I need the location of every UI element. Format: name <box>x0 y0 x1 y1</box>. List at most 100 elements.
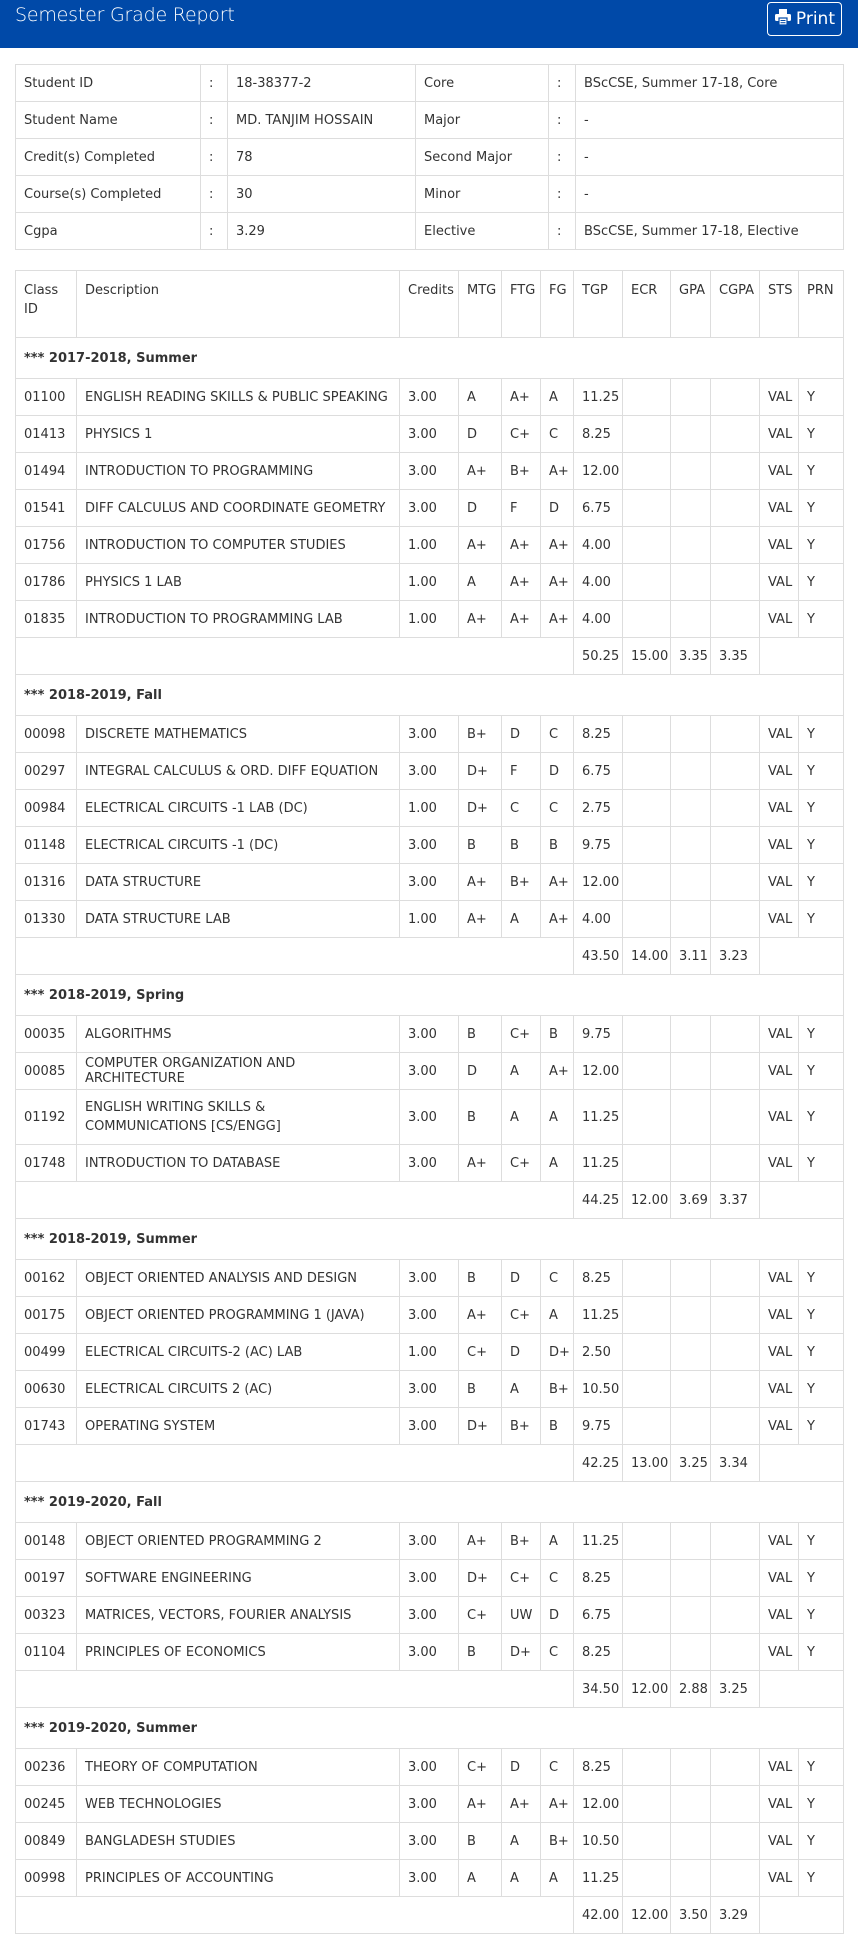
sts: VAL <box>759 1144 799 1182</box>
column-header: Description <box>76 270 400 338</box>
course-description: INTRODUCTION TO DATABASE <box>76 1144 400 1182</box>
term-summary-row: 34.50 12.00 2.88 3.25 <box>15 1670 844 1708</box>
print-button[interactable]: Print <box>766 2 842 36</box>
ftg: A <box>501 1089 541 1145</box>
fg: B+ <box>540 1370 574 1408</box>
grade-table-header: Class ID Description Credits MTG FTG FG TGP ECR… <box>15 270 844 338</box>
ecr <box>622 1259 671 1297</box>
column-header: TGP <box>573 270 623 338</box>
fg: C <box>540 1559 574 1597</box>
summary-gpa: 3.35 <box>670 637 711 675</box>
mtg: D+ <box>458 789 502 827</box>
sts: VAL <box>759 1522 799 1560</box>
info-value: MD. TANJIM HOSSAIN <box>227 101 416 139</box>
mtg: D <box>458 415 502 453</box>
fg: A+ <box>540 1052 574 1090</box>
class-id: 00297 <box>15 752 77 790</box>
cgpa <box>710 1333 760 1371</box>
gpa <box>670 1144 711 1182</box>
class-id: 01413 <box>15 415 77 453</box>
course-description: DATA STRUCTURE LAB <box>76 900 400 938</box>
tgp: 4.00 <box>573 900 623 938</box>
sts: VAL <box>759 1052 799 1090</box>
prn: Y <box>798 1052 844 1090</box>
ftg: D <box>501 1748 541 1786</box>
mtg: A+ <box>458 600 502 638</box>
column-header: CGPA <box>710 270 760 338</box>
class-id: 01104 <box>15 1633 77 1671</box>
tgp: 10.50 <box>573 1370 623 1408</box>
prn: Y <box>798 415 844 453</box>
info-colon: : <box>548 101 576 139</box>
credits: 1.00 <box>399 563 459 601</box>
mtg: B <box>458 1370 502 1408</box>
summary-spacer <box>759 637 844 675</box>
ftg: C+ <box>501 1144 541 1182</box>
ecr <box>622 752 671 790</box>
credits: 3.00 <box>399 489 459 527</box>
info-colon: : <box>200 212 228 250</box>
fg: B <box>540 1015 574 1053</box>
summary-gpa: 3.69 <box>670 1181 711 1219</box>
fg: A+ <box>540 452 574 490</box>
mtg: B <box>458 1089 502 1145</box>
summary-tgp: 43.50 <box>573 937 623 975</box>
fg: D+ <box>540 1333 574 1371</box>
mtg: D <box>458 489 502 527</box>
info-colon: : <box>200 64 228 102</box>
gpa <box>670 452 711 490</box>
ecr <box>622 1333 671 1371</box>
course-row: 01541 DIFF CALCULUS AND COORDINATE GEOMET… <box>15 489 844 527</box>
course-description: MATRICES, VECTORS, FOURIER ANALYSIS <box>76 1596 400 1634</box>
tgp: 9.75 <box>573 826 623 864</box>
gpa <box>670 1407 711 1445</box>
summary-ecr: 15.00 <box>622 637 671 675</box>
tgp: 11.25 <box>573 378 623 416</box>
term-row: *** 2017-2018, Summer <box>15 337 844 379</box>
ecr <box>622 1089 671 1145</box>
class-id: 00162 <box>15 1259 77 1297</box>
cgpa <box>710 1859 760 1897</box>
term-row: *** 2018-2019, Spring <box>15 974 844 1016</box>
tgp: 12.00 <box>573 452 623 490</box>
prn: Y <box>798 1596 844 1634</box>
ftg: D <box>501 1333 541 1371</box>
credits: 3.00 <box>399 1407 459 1445</box>
tgp: 12.00 <box>573 1052 623 1090</box>
prn: Y <box>798 1259 844 1297</box>
ftg: A <box>501 1370 541 1408</box>
course-row: 00236 THEORY OF COMPUTATION 3.00 C+ D C 8.25 VA… <box>15 1748 844 1786</box>
sts: VAL <box>759 789 799 827</box>
credits: 3.00 <box>399 826 459 864</box>
info-colon: : <box>200 138 228 176</box>
prn: Y <box>798 1144 844 1182</box>
summary-spacer <box>759 937 844 975</box>
info-row: Student ID:18-38377-2 Core: BScCSE, Summer… <box>15 64 844 102</box>
class-id: 00499 <box>15 1333 77 1371</box>
term-summary-row: 42.25 13.00 3.25 3.34 <box>15 1444 844 1482</box>
summary-tgp: 42.00 <box>573 1896 623 1934</box>
sts: VAL <box>759 900 799 938</box>
gpa <box>670 1596 711 1634</box>
page-title: Semester Grade Report <box>15 4 235 26</box>
ecr <box>622 826 671 864</box>
mtg: D+ <box>458 752 502 790</box>
gpa <box>670 1089 711 1145</box>
ecr <box>622 489 671 527</box>
gpa <box>670 1522 711 1560</box>
course-row: 01786 PHYSICS 1 LAB 1.00 A A+ A+ 4.00 VAL Y <box>15 563 844 601</box>
fg: A+ <box>540 600 574 638</box>
prn: Y <box>798 1407 844 1445</box>
class-id: 01192 <box>15 1089 77 1145</box>
info-label: Cgpa <box>15 212 201 250</box>
tgp: 4.00 <box>573 526 623 564</box>
class-id: 01541 <box>15 489 77 527</box>
mtg: A+ <box>458 1144 502 1182</box>
summary-cgpa: 3.37 <box>710 1181 760 1219</box>
course-description: WEB TECHNOLOGIES <box>76 1785 400 1823</box>
ftg: B+ <box>501 452 541 490</box>
mtg: A+ <box>458 452 502 490</box>
class-id: 00984 <box>15 789 77 827</box>
ecr <box>622 1633 671 1671</box>
mtg: A+ <box>458 900 502 938</box>
